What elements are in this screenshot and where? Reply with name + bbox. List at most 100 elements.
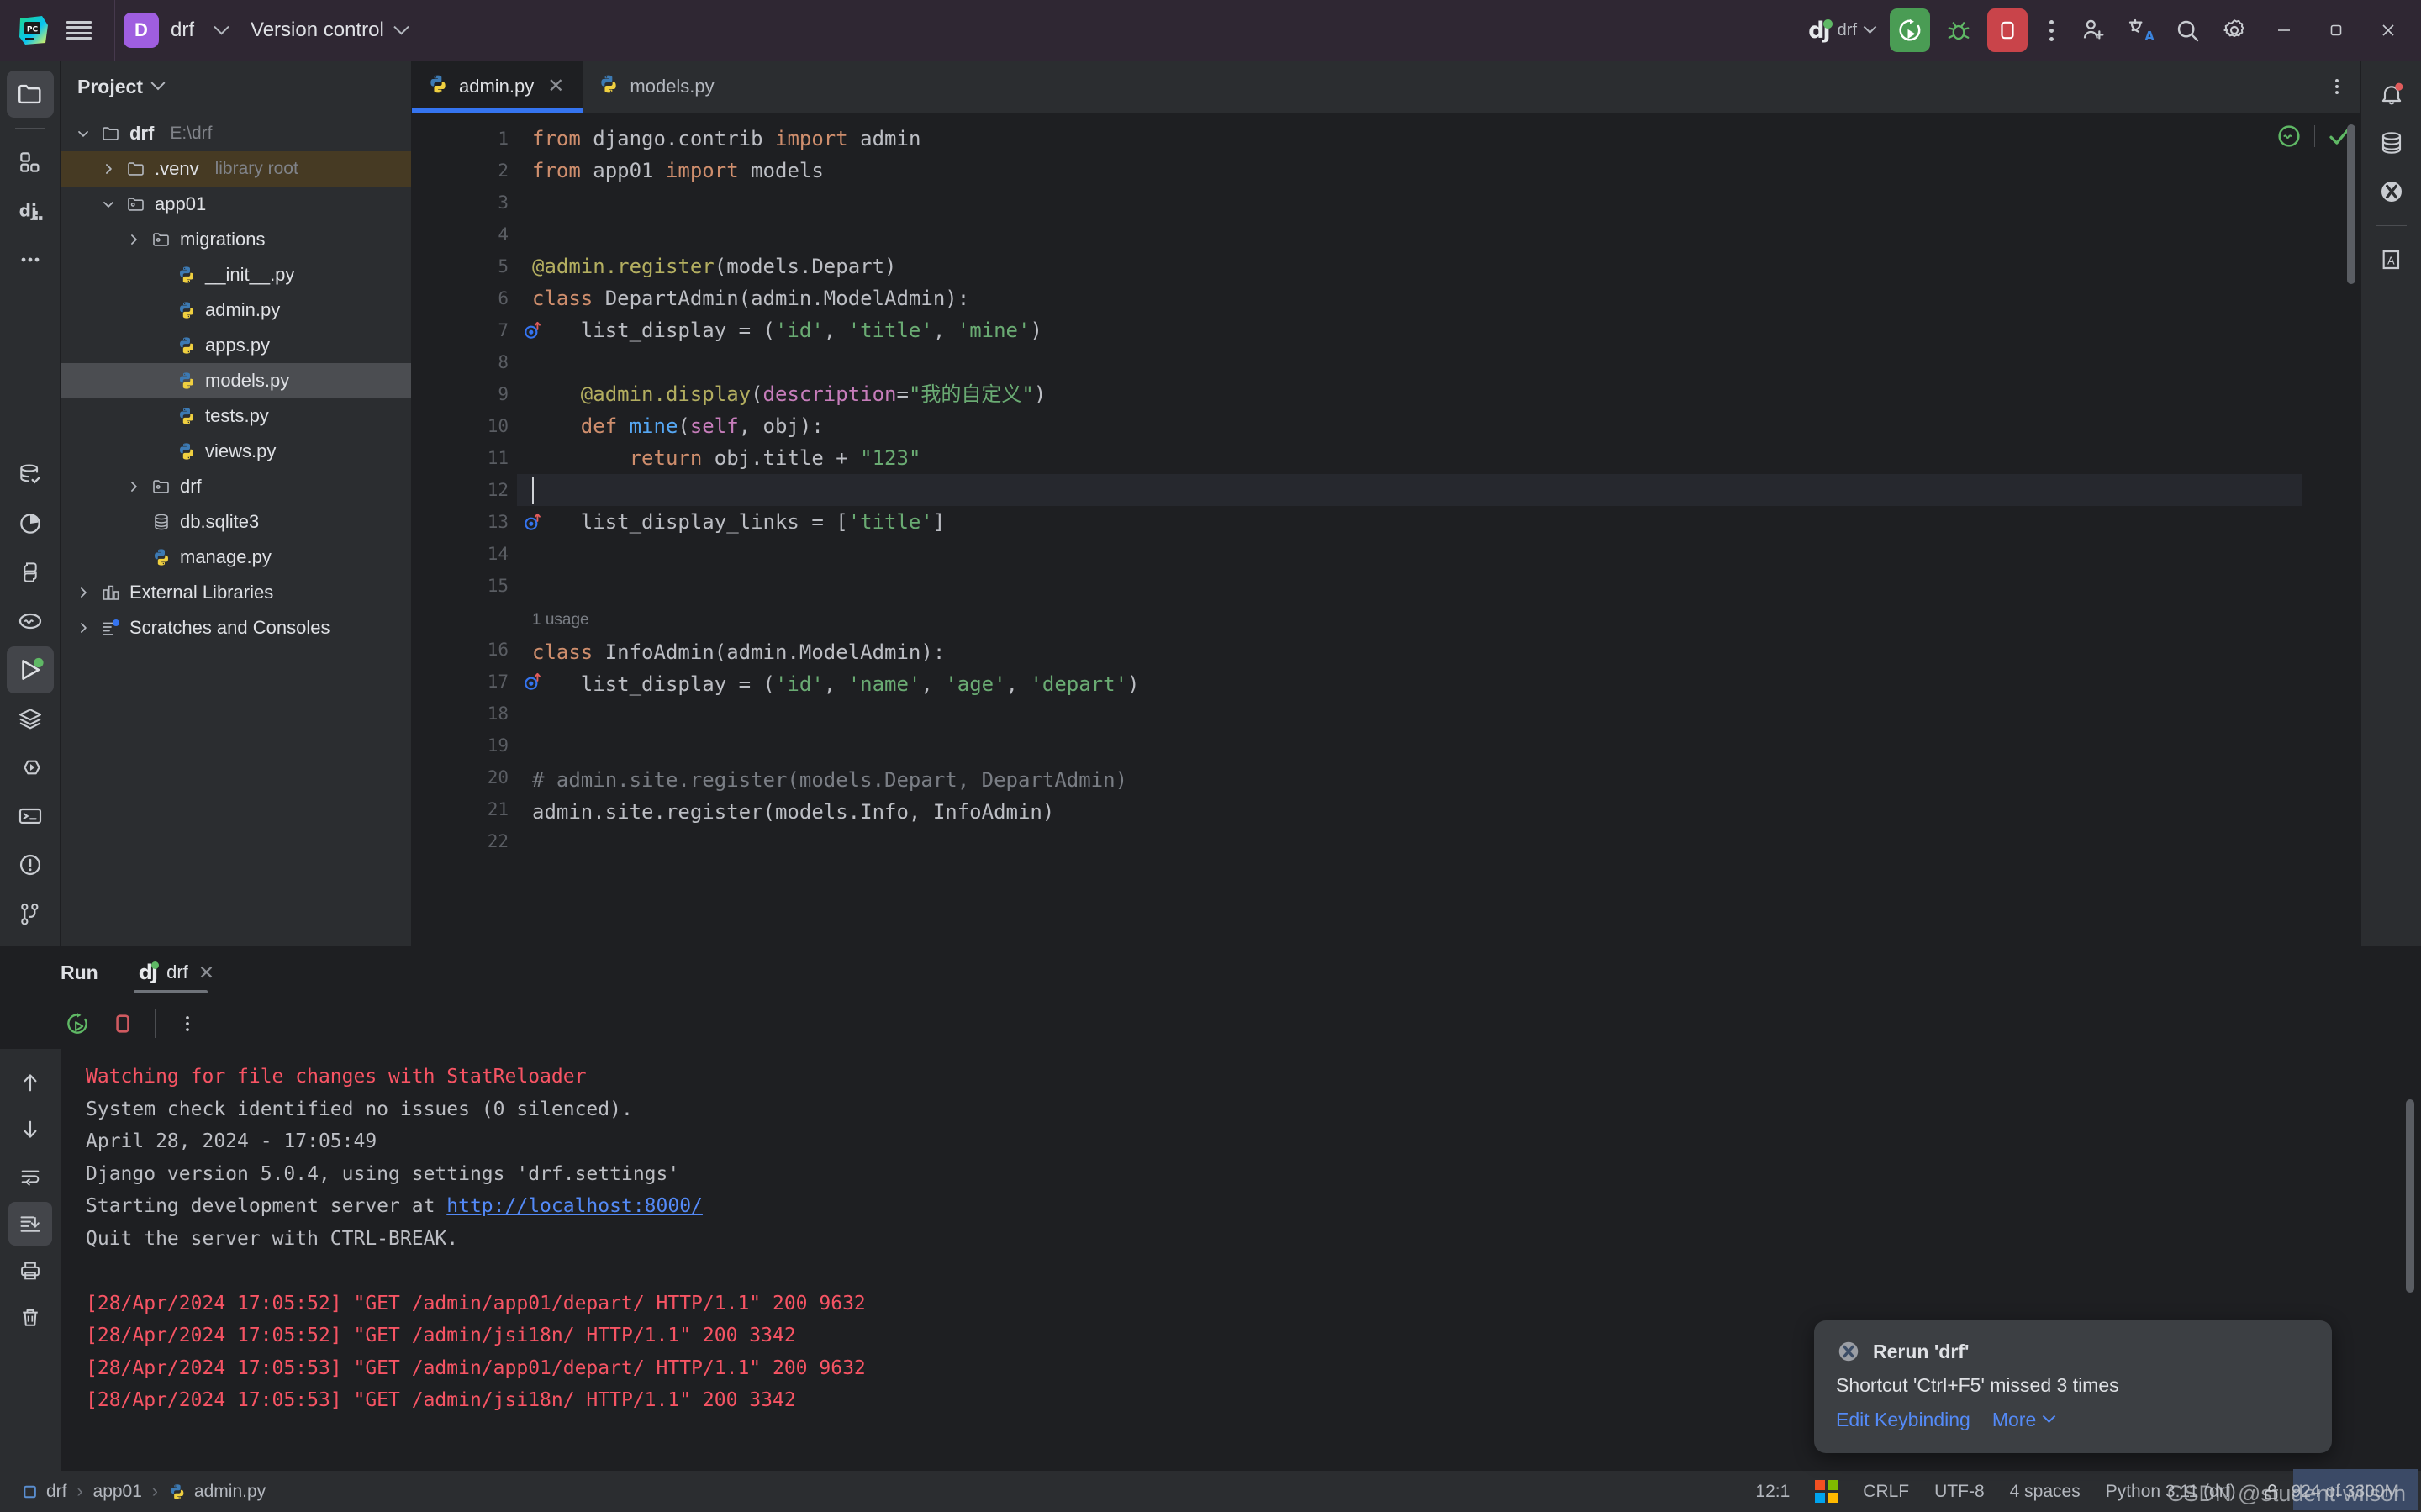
line-number[interactable]: 6	[412, 282, 517, 314]
tree-node-init-py[interactable]: __init__.py	[61, 257, 411, 292]
indent-setting[interactable]: 4 spaces	[2010, 1482, 2081, 1502]
line-number[interactable]: 15	[412, 570, 517, 602]
line-number[interactable]: 20	[412, 761, 517, 793]
tree-node-manage-py[interactable]: manage.py	[61, 540, 411, 575]
stop-button[interactable]	[103, 1004, 143, 1044]
sidebar-item-database-right[interactable]	[2368, 119, 2415, 166]
sidebar-item-problems[interactable]	[7, 841, 54, 888]
print-button[interactable]	[8, 1249, 52, 1293]
tree-node-tests-py[interactable]: tests.py	[61, 398, 411, 434]
tree-node-venv[interactable]: .venvlibrary root	[61, 151, 411, 187]
tree-node-drf[interactable]: drf	[61, 469, 411, 504]
sidebar-item-django[interactable]: dj	[7, 187, 54, 234]
rerun-button[interactable]	[1890, 8, 1930, 52]
edit-keybinding-link[interactable]: Edit Keybinding	[1836, 1409, 1970, 1431]
sidebar-item-python-console[interactable]	[7, 598, 54, 645]
sidebar-item-version-control[interactable]	[7, 890, 54, 937]
sidebar-item-codeium[interactable]	[2368, 168, 2415, 215]
code-editor[interactable]: 12345678910111213141516171819202122 from…	[412, 113, 2360, 946]
tree-node-admin-py[interactable]: admin.py	[61, 292, 411, 328]
line-separator[interactable]: CRLF	[1863, 1482, 1909, 1502]
project-selector[interactable]: drf	[171, 18, 227, 42]
line-number[interactable]: 21	[412, 793, 517, 825]
editor-gutter[interactable]: 12345678910111213141516171819202122	[412, 113, 517, 946]
sidebar-item-notifications[interactable]	[2368, 71, 2415, 118]
breadcrumb-item-app01[interactable]: app01	[93, 1482, 142, 1502]
line-number[interactable]: 8	[412, 346, 517, 378]
tree-node-db-sqlite3[interactable]: db.sqlite3	[61, 504, 411, 540]
line-number[interactable]: 9	[412, 378, 517, 410]
breadcrumb-item-admin-py[interactable]: admin.py	[168, 1482, 266, 1502]
stop-button[interactable]	[1987, 8, 2028, 52]
line-number[interactable]: 14	[412, 538, 517, 570]
more-actions-button[interactable]	[2033, 8, 2070, 52]
translate-button[interactable]: A	[2117, 7, 2164, 54]
chevron-down-icon[interactable]	[74, 124, 92, 143]
run-configuration-selector[interactable]: dj drf	[1798, 18, 1885, 44]
sidebar-item-python-packages[interactable]	[7, 549, 54, 596]
close-tab-icon[interactable]: ✕	[544, 75, 567, 98]
tree-node-views-py[interactable]: views.py	[61, 434, 411, 469]
down-stack-trace-button[interactable]	[8, 1108, 52, 1151]
chevron-right-icon[interactable]	[74, 619, 92, 637]
main-menu-button[interactable]	[55, 7, 103, 54]
project-tree[interactable]: drfE:\drf.venvlibrary rootapp01migration…	[61, 113, 411, 946]
line-number[interactable]: 7	[412, 314, 517, 346]
tab-admin-py[interactable]: admin.py ✕	[412, 61, 583, 113]
breadcrumb-item-drf[interactable]: drf	[22, 1482, 67, 1502]
sidebar-item-structure[interactable]	[7, 139, 54, 186]
maximize-button[interactable]	[2310, 0, 2362, 61]
file-encoding[interactable]: UTF-8	[1934, 1482, 1985, 1502]
chevron-right-icon[interactable]	[124, 230, 143, 249]
line-number[interactable]: 19	[412, 730, 517, 761]
close-icon[interactable]: ✕	[198, 961, 214, 984]
code-viewport[interactable]: from django.contrib import admin from ap…	[517, 113, 2302, 946]
close-window-button[interactable]	[2362, 0, 2414, 61]
line-number[interactable]: 17	[412, 666, 517, 698]
line-number[interactable]: 10	[412, 410, 517, 442]
scroll-to-end-button[interactable]	[8, 1202, 52, 1246]
line-number[interactable]: 5	[412, 250, 517, 282]
caret-position[interactable]: 12:1	[1755, 1482, 1790, 1502]
tree-node-scratches-and-consoles[interactable]: Scratches and Consoles	[61, 610, 411, 645]
notification-popup[interactable]: Rerun 'drf' Shortcut 'Ctrl+F5' missed 3 …	[1814, 1320, 2332, 1453]
chevron-down-icon[interactable]	[150, 76, 165, 90]
soft-wrap-button[interactable]	[8, 1155, 52, 1199]
sidebar-item-dictionary[interactable]: A	[2368, 236, 2415, 283]
sidebar-item-terminal[interactable]	[7, 793, 54, 840]
interpreter-selector[interactable]: Python 3.11 (drf)	[2106, 1482, 2236, 1502]
minimize-button[interactable]	[2258, 0, 2310, 61]
chevron-right-icon[interactable]	[99, 160, 118, 178]
sidebar-item-more-tools[interactable]	[7, 236, 54, 283]
sidebar-item-run[interactable]	[7, 646, 54, 693]
debug-button[interactable]	[1938, 8, 1979, 52]
sidebar-item-debug[interactable]	[7, 744, 54, 791]
inspections-widget[interactable]	[2276, 123, 2352, 150]
tree-node-apps-py[interactable]: apps.py	[61, 328, 411, 363]
line-number[interactable]: 13	[412, 506, 517, 538]
line-number[interactable]: 16	[412, 634, 517, 666]
run-more-button[interactable]	[167, 1004, 208, 1044]
sidebar-item-services[interactable]	[7, 695, 54, 742]
line-number[interactable]: 3	[412, 187, 517, 219]
console-scrollbar[interactable]	[2406, 1099, 2414, 1293]
line-number[interactable]: 4	[412, 219, 517, 250]
line-number[interactable]: 12	[412, 474, 517, 506]
tab-models-py[interactable]: models.py	[583, 61, 729, 113]
chevron-right-icon[interactable]	[74, 583, 92, 602]
tree-node-migrations[interactable]: migrations	[61, 222, 411, 257]
line-number[interactable]: 18	[412, 698, 517, 730]
tree-node-drf[interactable]: drfE:\drf	[61, 116, 411, 151]
memory-indicator[interactable]: 924 of 3300M	[2261, 1481, 2399, 1503]
add-user-button[interactable]	[2070, 7, 2117, 54]
editor-vertical-scrollbar[interactable]	[2347, 124, 2355, 284]
search-button[interactable]	[2164, 7, 2211, 54]
editor-options-button[interactable]	[2313, 61, 2360, 113]
tree-node-models-py[interactable]: models.py	[61, 363, 411, 398]
tree-node-external-libraries[interactable]: External Libraries	[61, 575, 411, 610]
settings-button[interactable]	[2211, 7, 2258, 54]
up-stack-trace-button[interactable]	[8, 1061, 52, 1104]
sidebar-item-database[interactable]	[7, 451, 54, 498]
run-tab-drf[interactable]: dj drf ✕	[134, 946, 219, 998]
line-number[interactable]: 11	[412, 442, 517, 474]
